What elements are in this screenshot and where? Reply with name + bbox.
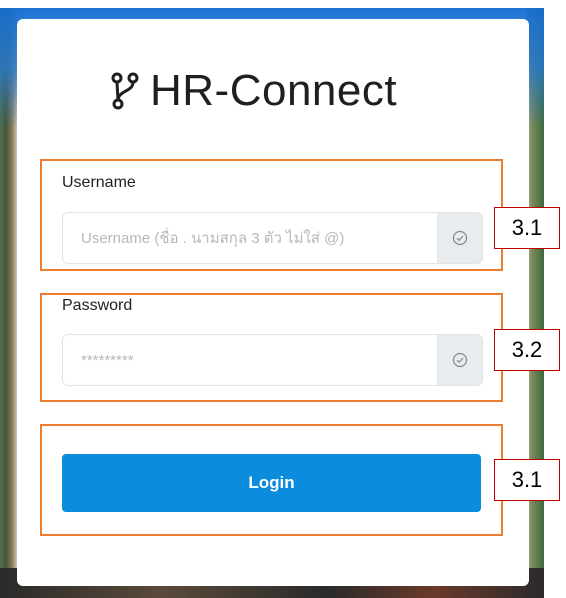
highlight-username [40, 159, 503, 271]
callout-username: 3.1 [494, 207, 560, 249]
highlight-password [40, 293, 503, 402]
app-logo: HR-Connect [110, 66, 397, 116]
screen: HR-Connect Username Password Login 3.1 3… [0, 0, 566, 598]
callout-login: 3.1 [494, 459, 560, 501]
callout-password: 3.2 [494, 329, 560, 371]
app-title: HR-Connect [150, 66, 398, 115]
git-branch-icon [110, 72, 140, 110]
highlight-login [40, 424, 503, 536]
